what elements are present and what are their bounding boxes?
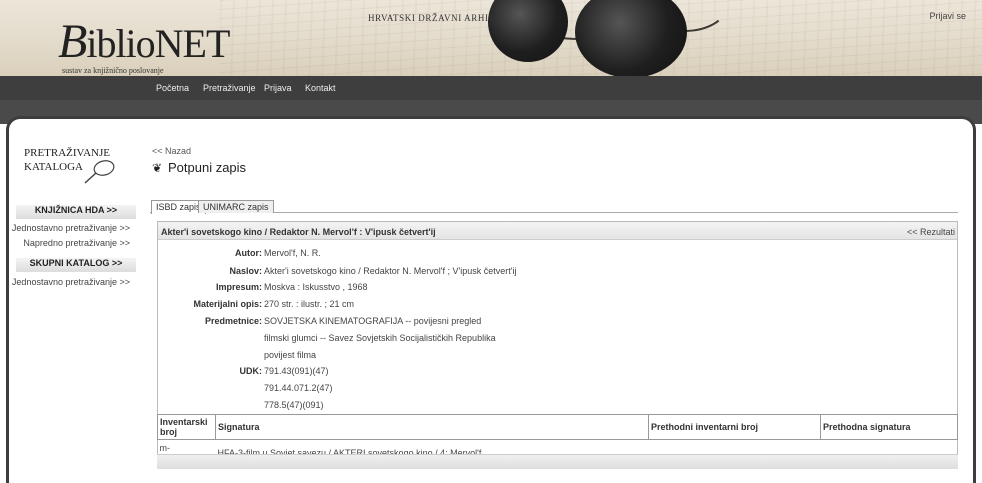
- field-label-impresum: Impresum:: [215, 282, 262, 292]
- field-label-udk: UDK:: [239, 366, 263, 376]
- field-value-udk: 791.43(091)(47): [264, 366, 329, 376]
- field-value-materijalni-opis: 270 str. : ilustr. ; 21 cm: [264, 299, 355, 309]
- sidebar-link-advanced-search[interactable]: Napredno pretraživanje >>: [23, 238, 130, 248]
- column-header-signatura: Signatura: [215, 414, 649, 440]
- site-header: BiblioNET sustav za knjižnično poslovanj…: [0, 0, 982, 76]
- field-value-naslov: Akter'i sovetskogo kino / Redaktor N. Me…: [264, 266, 517, 276]
- logo-subtitle: sustav za knjižnično poslovanje: [62, 66, 164, 75]
- record-heading: Akter'i sovetskogo kino / Redaktor N. Me…: [161, 227, 436, 237]
- field-value-udk: 778.5(47)(091): [264, 400, 324, 410]
- back-link[interactable]: << Nazad: [152, 146, 191, 156]
- sidebar-heading-knjiznica[interactable]: KNJIŽNICA HDA >>: [16, 205, 136, 219]
- login-link[interactable]: Prijavi se: [929, 11, 966, 21]
- field-value-predmetnica[interactable]: povijest filma: [264, 350, 316, 360]
- column-header-prethodna-signatura: Prethodna signatura: [820, 414, 958, 440]
- panel-footer-bar: [157, 454, 958, 469]
- field-label-autor: Autor:: [235, 248, 262, 258]
- column-header-prethodni-inventarni-broj: Prethodni inventarni broj: [648, 414, 821, 440]
- sidebar-link-simple-search[interactable]: Jednostavno pretraživanje >>: [12, 223, 130, 233]
- main-nav: Početna Pretraživanje Prijava Kontakt: [0, 76, 982, 100]
- results-link[interactable]: << Rezultati: [907, 227, 955, 237]
- nav-item-pocetna[interactable]: Početna: [156, 83, 189, 93]
- institution-title: HRVATSKI DRŽAVNI ARHIV: [368, 13, 496, 23]
- record-panel-header: Akter'i sovetskogo kino / Redaktor N. Me…: [158, 222, 957, 240]
- page-title: ❦ Potpuni zapis: [152, 160, 246, 175]
- field-value-predmetnica[interactable]: SOVJETSKA KINEMATOGRAFIJA -- povijesni p…: [264, 316, 481, 326]
- magnifier-icon: [84, 160, 115, 184]
- field-label-naslov: Naslov:: [229, 266, 262, 276]
- field-label-materijalni-opis: Materijalni opis:: [193, 299, 262, 309]
- holdings-header-row: Inventarski broj Signatura Prethodni inv…: [157, 414, 958, 440]
- column-header-inventarski-broj: Inventarski broj: [157, 414, 216, 440]
- page-title-text: Potpuni zapis: [168, 160, 247, 175]
- field-label-predmetnice: Predmetnice:: [204, 316, 262, 326]
- field-value-impresum: Moskva : Iskusstvo , 1968: [264, 282, 368, 292]
- logo-text: BiblioNET: [58, 15, 230, 68]
- field-value-udk: 791.44.071.2(47): [264, 383, 333, 393]
- sidebar-link-shared-simple-search[interactable]: Jednostavno pretraživanje >>: [12, 277, 130, 287]
- wax-seal-image: [575, 0, 687, 76]
- field-value-predmetnica[interactable]: filmski glumci -- Savez Sovjetskih Socij…: [264, 333, 496, 343]
- nav-item-pretrazivanje[interactable]: Pretraživanje: [203, 83, 256, 93]
- nav-item-prijava[interactable]: Prijava: [264, 83, 292, 93]
- biblionet-logo[interactable]: BiblioNET sustav za knjižnično poslovanj…: [52, 12, 230, 75]
- sidebar-heading-skupni-katalog[interactable]: SKUPNI KATALOG >>: [16, 258, 136, 272]
- tab-unimarc[interactable]: UNIMARC zapis: [198, 200, 274, 213]
- nav-item-kontakt[interactable]: Kontakt: [305, 83, 336, 93]
- field-value-autor[interactable]: Mervol'f, N. R.: [264, 248, 321, 258]
- record-icon: ❦: [152, 161, 163, 175]
